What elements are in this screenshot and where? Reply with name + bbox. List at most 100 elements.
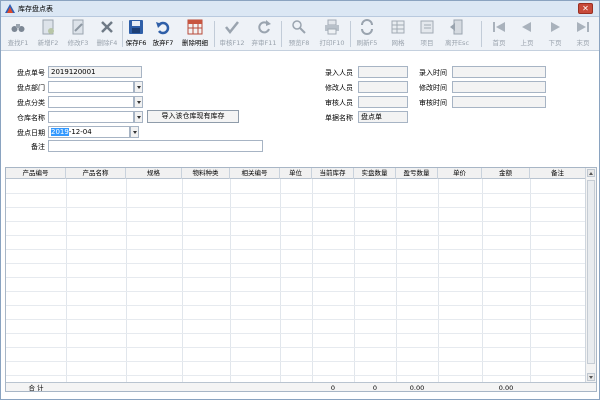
entered-by-field: [358, 66, 408, 78]
detail-grid[interactable]: 产品编号 产品名称 规格 物料种类 相关编号 单位 当前库存 实盘数量 盈亏数量…: [5, 167, 597, 392]
print-button[interactable]: 打印F10: [317, 19, 347, 49]
dept-label: 盘点部门: [17, 84, 45, 92]
col-header-related-no[interactable]: 相关编号: [230, 168, 280, 179]
grid-row-line: [6, 347, 586, 348]
inventory-no-field[interactable]: 2019120001: [48, 66, 142, 78]
new-button[interactable]: 新增F2: [35, 19, 61, 49]
grid-row-line: [6, 235, 586, 236]
unreview-button[interactable]: 弃审F11: [250, 19, 278, 49]
project-button[interactable]: 项目: [414, 19, 440, 49]
category-select[interactable]: [48, 96, 134, 108]
col-header-product-name[interactable]: 产品名称: [66, 168, 126, 179]
refresh-button[interactable]: 刷新F5: [353, 19, 381, 49]
edit-document-icon: [72, 19, 84, 35]
dept-select[interactable]: [48, 81, 134, 93]
warehouse-dropdown-button[interactable]: [134, 111, 143, 123]
preview-button[interactable]: 预览F8: [285, 19, 313, 49]
grid-row-line: [6, 249, 586, 250]
date-field[interactable]: 2019-12-04: [48, 126, 130, 138]
window-title: 库存盘点表: [18, 5, 53, 13]
warehouse-select[interactable]: [48, 111, 134, 123]
exit-button[interactable]: 离开Esc: [442, 19, 472, 49]
remark-label: 备注: [31, 143, 45, 151]
modified-by-label: 修改人员: [325, 84, 353, 92]
grid-column-line: [312, 179, 313, 382]
col-header-remark[interactable]: 备注: [530, 168, 586, 179]
total-current-stock: 0: [330, 384, 336, 392]
refresh-arrow-icon: [258, 20, 271, 34]
modified-time-field: [452, 81, 546, 93]
grid-row-line: [6, 361, 586, 362]
col-header-product-code[interactable]: 产品编号: [6, 168, 66, 179]
toolbar-separator: [350, 21, 351, 47]
grid-row-line: [6, 319, 586, 320]
scroll-down-arrow[interactable]: [587, 373, 595, 381]
col-header-unit-price[interactable]: 单价: [438, 168, 482, 179]
import-stock-button[interactable]: 导入该仓库现有库存: [147, 110, 239, 123]
undo-arrow-icon: [156, 21, 170, 35]
col-header-spec[interactable]: 规格: [126, 168, 182, 179]
header-form: 盘点单号 2019120001 盘点部门 盘点分类 仓库名称 导入该仓库现有库存…: [1, 52, 599, 162]
refresh-icon: [361, 19, 373, 35]
last-page-button[interactable]: 末页: [571, 19, 595, 49]
col-header-diff-qty[interactable]: 盈亏数量: [396, 168, 438, 179]
first-page-button[interactable]: 首页: [487, 19, 511, 49]
remark-field[interactable]: [48, 140, 263, 152]
reviewed-by-label: 审核人员: [325, 99, 353, 107]
delete-button[interactable]: 删除F4: [94, 19, 120, 49]
inventory-window: 库存盘点表 ✕ 查找F1 新增F2 修改F3 删除F4 保存F6 放弃F7 删除…: [0, 0, 600, 400]
toolbar: 查找F1 新增F2 修改F3 删除F4 保存F6 放弃F7 删除明细 审核F12…: [1, 17, 599, 51]
total-counted-qty: 0: [372, 384, 378, 392]
grid-vertical-scrollbar[interactable]: [585, 168, 596, 382]
grid-row-line: [6, 207, 586, 208]
grid-column-line: [182, 179, 183, 382]
last-page-icon: [577, 22, 589, 32]
modified-time-label: 修改时间: [419, 84, 447, 92]
inventory-no-label: 盘点单号: [17, 69, 45, 77]
save-button[interactable]: 保存F6: [124, 19, 148, 49]
col-header-current-stock[interactable]: 当前库存: [312, 168, 354, 179]
doc-name-label: 单据名称: [325, 114, 353, 122]
save-disk-icon: [129, 20, 143, 34]
find-button[interactable]: 查找F1: [5, 19, 31, 49]
close-button[interactable]: ✕: [578, 3, 593, 14]
grid-column-line: [482, 179, 483, 382]
binoculars-icon: [11, 24, 25, 32]
total-diff-qty: 0.00: [409, 384, 425, 392]
scroll-up-arrow[interactable]: [587, 169, 595, 177]
next-page-button[interactable]: 下页: [543, 19, 567, 49]
entered-time-field: [452, 66, 546, 78]
toolbar-separator: [281, 21, 282, 47]
modify-button[interactable]: 修改F3: [65, 19, 91, 49]
prev-page-button[interactable]: 上页: [515, 19, 539, 49]
reviewed-time-label: 审核时间: [419, 99, 447, 107]
scroll-thumb[interactable]: [587, 180, 595, 364]
delete-detail-button[interactable]: 删除明细: [179, 19, 211, 49]
grid-button[interactable]: 网格: [385, 19, 411, 49]
doc-name-field: 盘点单: [358, 111, 408, 123]
grid-row-line: [6, 193, 586, 194]
title-bar: 库存盘点表 ✕: [1, 1, 599, 17]
delete-x-icon: [101, 21, 113, 33]
col-header-unit[interactable]: 单位: [280, 168, 312, 179]
reviewed-time-field: [452, 96, 546, 108]
date-rest: -12-04: [68, 128, 92, 136]
review-button[interactable]: 审核F12: [218, 19, 246, 49]
dept-dropdown-button[interactable]: [134, 81, 143, 93]
col-header-counted-qty[interactable]: 实盘数量: [354, 168, 396, 179]
col-header-amount[interactable]: 金额: [482, 168, 530, 179]
col-header-material-type[interactable]: 物料种类: [182, 168, 230, 179]
grid-row-line: [6, 305, 586, 306]
category-label: 盘点分类: [17, 99, 45, 107]
date-dropdown-button[interactable]: [130, 126, 139, 138]
toolbar-separator: [122, 21, 123, 47]
grid-header: 产品编号 产品名称 规格 物料种类 相关编号 单位 当前库存 实盘数量 盈亏数量…: [6, 168, 586, 179]
grid-column-line: [230, 179, 231, 382]
printer-icon: [325, 19, 339, 35]
discard-button[interactable]: 放弃F7: [151, 19, 175, 49]
grid-row-line: [6, 333, 586, 334]
preview-magnifier-icon: [292, 20, 306, 34]
category-dropdown-button[interactable]: [134, 96, 143, 108]
grid-column-line: [126, 179, 127, 382]
first-page-icon: [493, 22, 505, 32]
